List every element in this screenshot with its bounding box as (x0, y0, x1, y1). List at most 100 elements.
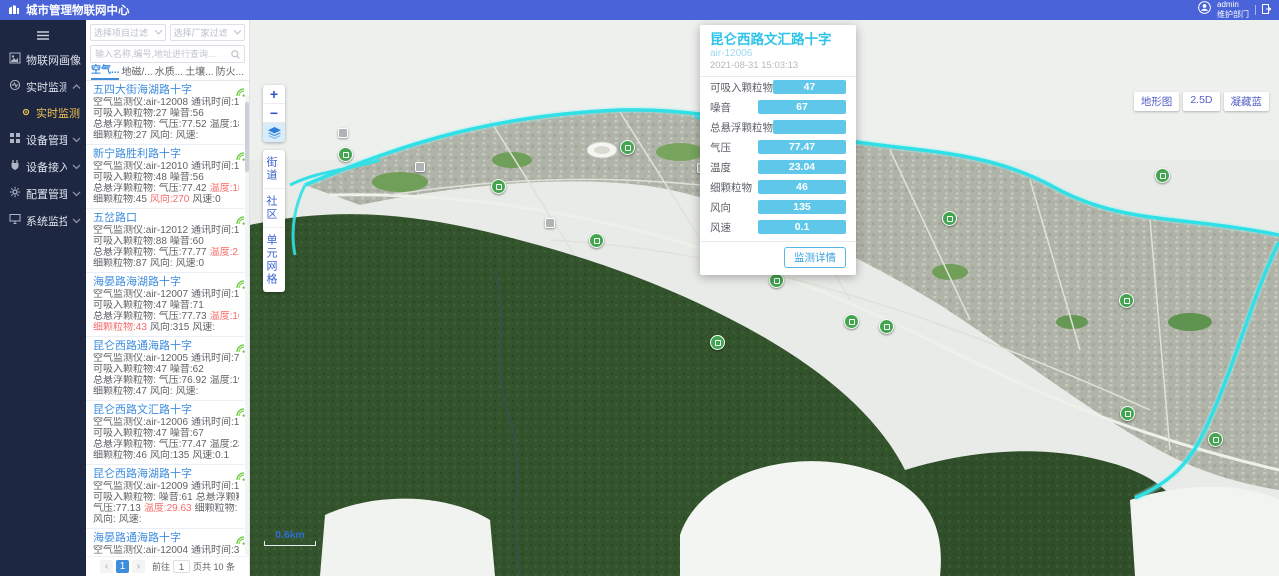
device-marker-icon[interactable] (491, 179, 506, 194)
device-marker-icon[interactable] (942, 211, 957, 226)
user-avatar-icon[interactable] (1198, 1, 1211, 19)
station-card-5[interactable]: 昆仑西路文汇路十字空气监测仪:air-12006通讯时间:1小时前可吸入颗粒物:… (86, 401, 249, 465)
station-data-line: 空气监测仪:air-12004通讯时间:3小时前 (93, 545, 239, 556)
device-marker-icon[interactable] (879, 319, 894, 334)
data-value: 风速: (176, 386, 199, 397)
alert-value: 温度:18.78 (210, 183, 239, 194)
sidebar-item-3[interactable]: 设备接入 (0, 153, 86, 180)
project-filter-select[interactable]: 选择项目过滤 (90, 24, 166, 41)
sidebar-item-5[interactable]: 系统监控 (0, 207, 86, 234)
scale-line (264, 541, 316, 546)
data-value: 细颗粒物:45 (93, 194, 147, 205)
data-value: 温度:19.86 (210, 375, 239, 386)
station-title: 昆仑西路海湖路十字 (93, 468, 239, 481)
metric-row-2: 总悬浮颗粒物 (710, 117, 846, 137)
vendor-filter-label: 选择厂家过滤 (174, 26, 228, 39)
station-card-7[interactable]: 海晏路通海路十字空气监测仪:air-12004通讯时间:3小时前可吸入颗粒物:1… (86, 529, 249, 556)
user-info[interactable]: admin 维护部门 (1217, 0, 1249, 19)
metric-value-bar: 0.1 (758, 220, 846, 234)
map-level-button-1[interactable]: 社区 (263, 189, 285, 228)
device-manage-icon (9, 132, 21, 147)
station-data-line: 细颗粒物:45风向:270风速:0 (93, 194, 239, 205)
data-value: 可吸入颗粒物:88 (93, 236, 167, 247)
sidebar-item-4[interactable]: 配置管理 (0, 180, 86, 207)
map-level-controls: 街道社区单元网格 (263, 150, 285, 292)
tab-3[interactable]: 土壤... (185, 63, 213, 80)
tab-0[interactable]: 空气... (91, 61, 119, 80)
zoom-in-button[interactable]: + (263, 85, 285, 104)
sidebar-item-1[interactable]: 实时监测 (0, 73, 86, 100)
map-style-button-2[interactable]: 凝藏蓝 (1224, 92, 1270, 111)
data-value: 风速:0 (176, 258, 204, 269)
search-input[interactable] (95, 49, 228, 59)
data-value: 风向: (93, 514, 116, 525)
station-card-6[interactable]: 昆仑西路海湖路十字空气监测仪:air-12009通讯时间:14天前可吸入颗粒物:… (86, 465, 249, 529)
sidebar-item-2[interactable]: 设备管理 (0, 126, 86, 153)
goto-page-input[interactable] (173, 560, 190, 573)
sidebar-subitem-label: 实时监测 (36, 105, 80, 121)
station-card-3[interactable]: 海晏路海湖路十字空气监测仪:air-12007通讯时间:1小时前可吸入颗粒物:4… (86, 273, 249, 337)
map-zoom-controls: + − (263, 85, 285, 142)
search-icon[interactable] (231, 50, 240, 59)
data-value: 空气监测仪:air-12010 (93, 161, 188, 172)
station-card-1[interactable]: 新宁路胜利路十字空气监测仪:air-12010通讯时间:1小时前可吸入颗粒物:4… (86, 145, 249, 209)
station-panel: 选择项目过滤 选择厂家过滤 空气...地磁/...水质...土壤...防火...… (86, 20, 250, 576)
data-value: 总悬浮颗粒物: (196, 492, 239, 503)
collapse-menu-icon[interactable] (0, 24, 86, 46)
data-value: 气压:77.13 (93, 503, 141, 514)
tab-4[interactable]: 防火... (216, 63, 244, 80)
device-marker-icon[interactable] (1155, 168, 1170, 183)
device-marker-icon[interactable] (1208, 432, 1223, 447)
offline-marker-icon[interactable] (545, 218, 555, 228)
device-marker-icon[interactable] (620, 140, 635, 155)
sidebar-nav: 物联网画像实时监测实时监测设备管理设备接入配置管理系统监控 (0, 46, 86, 234)
next-page-button[interactable]: › (132, 560, 145, 573)
metric-label: 风向 (710, 200, 731, 215)
popup-timestamp: 2021-08-31 15:03:13 (710, 60, 846, 72)
chevron-down-icon (72, 188, 81, 200)
panel-scrollbar[interactable] (245, 96, 249, 555)
device-marker-icon[interactable] (844, 314, 859, 329)
map-style-button-1[interactable]: 2.5D (1183, 92, 1219, 111)
station-card-0[interactable]: 五四大街海湖路十字空气监测仪:air-12008通讯时间:1小时前可吸入颗粒物:… (86, 81, 249, 145)
zoom-out-button[interactable]: − (263, 104, 285, 123)
data-value: 风速: (176, 130, 199, 141)
data-value: 气压:77.42 (159, 183, 207, 194)
metric-row-1: 噪音67 (710, 97, 846, 117)
sidebar-subitem-active[interactable]: 实时监测 (0, 100, 86, 126)
device-marker-icon[interactable] (1119, 293, 1134, 308)
device-marker-icon[interactable] (589, 233, 604, 248)
alert-value: 温度:21.34 (210, 247, 239, 258)
map-level-button-2[interactable]: 单元网格 (263, 228, 285, 292)
offline-marker-icon[interactable] (415, 162, 425, 172)
device-marker-icon[interactable] (710, 335, 725, 350)
map-style-button-0[interactable]: 地形图 (1134, 92, 1180, 111)
config-manage-icon (9, 186, 21, 201)
tab-2[interactable]: 水质... (155, 63, 183, 80)
prev-page-button[interactable]: ‹ (100, 560, 113, 573)
station-data-line: 细颗粒物:27风向:风速: (93, 130, 239, 141)
page-number[interactable]: 1 (116, 560, 129, 573)
metric-label: 风速 (710, 220, 731, 235)
logout-icon[interactable] (1262, 1, 1271, 19)
goto-label: 前往 (152, 560, 170, 573)
offline-marker-icon[interactable] (338, 128, 348, 138)
map-level-button-0[interactable]: 街道 (263, 150, 285, 189)
tab-1[interactable]: 地磁/... (121, 63, 152, 80)
station-popup: 昆仑西路文汇路十字 air-12006 2021-08-31 15:03:13 … (700, 25, 856, 275)
device-marker-icon[interactable] (1120, 406, 1135, 421)
station-card-4[interactable]: 昆仑西路通海路十字空气监测仪:air-12005通讯时间:77天前可吸入颗粒物:… (86, 337, 249, 401)
chevron-down-icon (234, 30, 241, 35)
station-card-2[interactable]: 五岔路口空气监测仪:air-12012通讯时间:1小时前可吸入颗粒物:88噪音:… (86, 209, 249, 273)
device-marker-icon[interactable] (769, 273, 784, 288)
map-area[interactable]: + − 街道社区单元网格 地形图2.5D凝藏蓝 0.6km 昆仑西路文汇路十字 … (250, 20, 1279, 576)
station-data-line: 空气监测仪:air-12008通讯时间:1小时前 (93, 97, 239, 108)
data-value: 总悬浮颗粒物: (93, 119, 156, 130)
device-marker-icon[interactable] (338, 147, 353, 162)
layers-button[interactable] (263, 123, 285, 142)
station-data-line: 可吸入颗粒物:88噪音:60 (93, 236, 239, 247)
sidebar-item-0[interactable]: 物联网画像 (0, 46, 86, 73)
monitor-detail-button[interactable]: 监测详情 (784, 247, 846, 268)
data-value: 噪音:60 (170, 236, 204, 247)
vendor-filter-select[interactable]: 选择厂家过滤 (170, 24, 246, 41)
